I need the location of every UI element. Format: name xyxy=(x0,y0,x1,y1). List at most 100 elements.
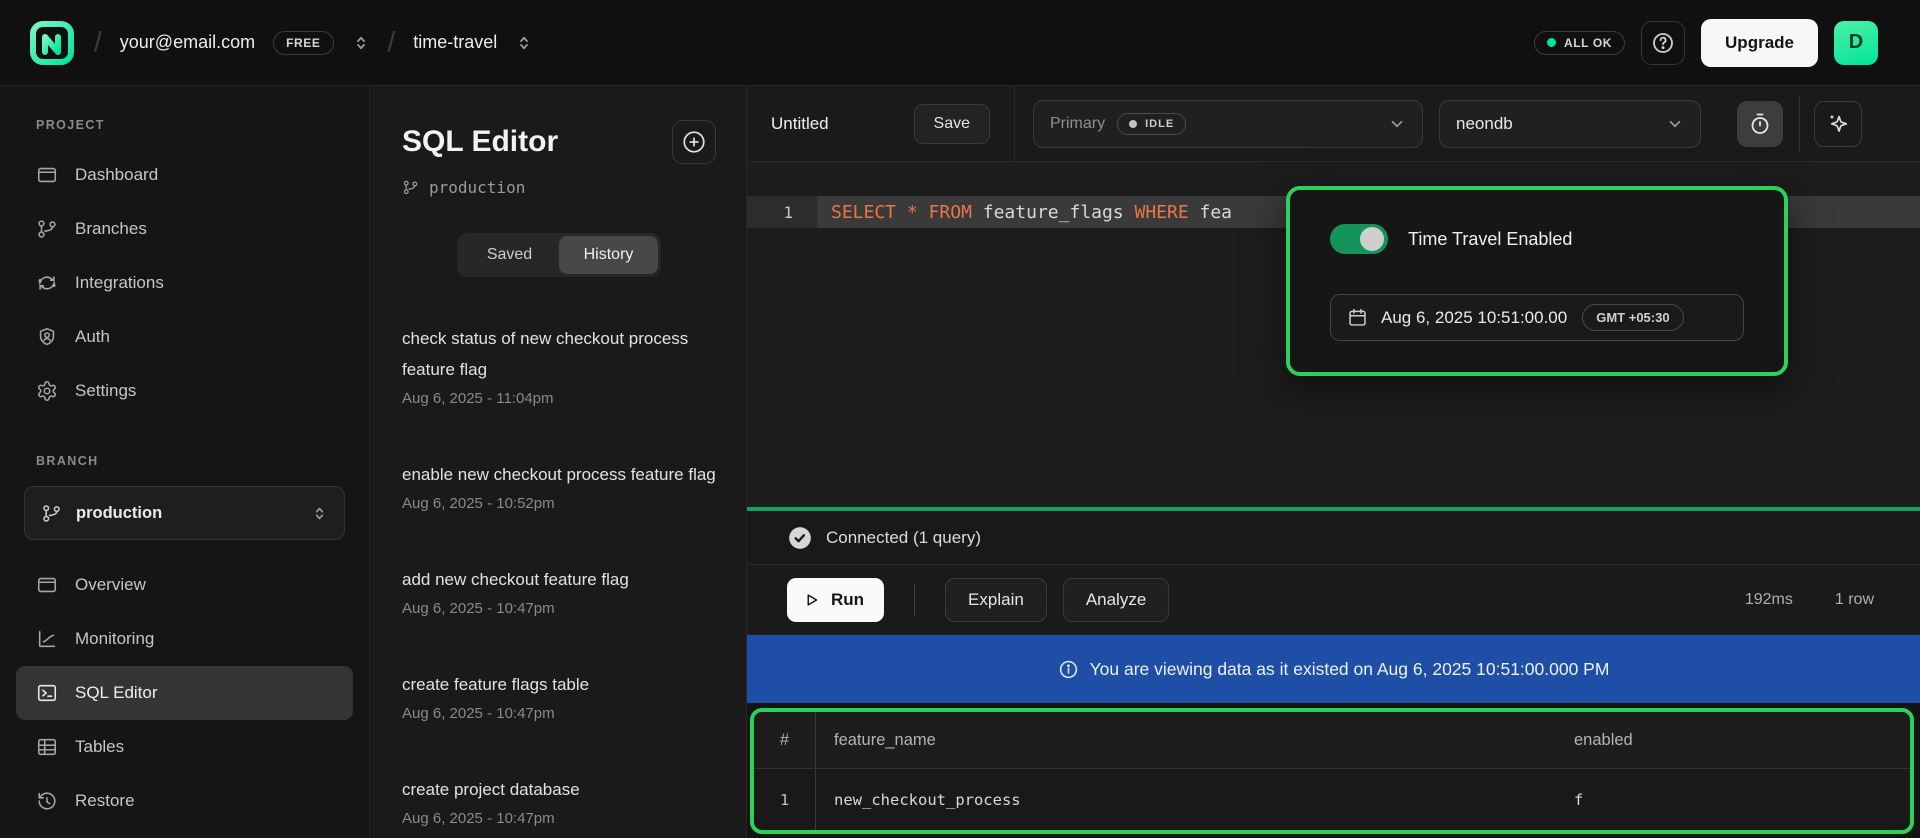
column-header-enabled[interactable]: enabled xyxy=(1560,731,1910,750)
banner-message: You are viewing data as it existed on Au… xyxy=(1090,659,1610,680)
time-travel-toggle[interactable] xyxy=(1330,224,1388,254)
query-stats: 192ms 1 row xyxy=(1745,591,1874,609)
neon-logo-icon[interactable] xyxy=(28,19,76,67)
explain-button[interactable]: Explain xyxy=(945,578,1047,622)
branch-selector[interactable]: production xyxy=(24,486,345,540)
editor-controls: Primary IDLE neondb xyxy=(1015,86,1920,161)
column-header-feature-name[interactable]: feature_name xyxy=(816,731,1560,750)
results-section: # feature_name enabled 1 new_checkout_pr… xyxy=(747,703,1920,838)
project-switcher-chevrons-icon[interactable] xyxy=(515,34,533,52)
project-section-label: PROJECT xyxy=(0,118,369,132)
dashboard-icon xyxy=(36,164,58,186)
table-row[interactable]: 1 new_checkout_process f xyxy=(754,769,1910,830)
history-list-item[interactable]: create feature flags table Aug 6, 2025 -… xyxy=(402,669,716,724)
line-number: 1 xyxy=(747,196,817,228)
status-badge[interactable]: ALL OK xyxy=(1534,31,1625,55)
column-header-index[interactable]: # xyxy=(754,712,816,768)
sidebar-item-auth[interactable]: Auth xyxy=(16,310,353,364)
avatar[interactable]: D xyxy=(1834,21,1878,65)
sql-editor-panel: SQL Editor production Saved History chec… xyxy=(370,86,747,838)
integrations-icon xyxy=(36,272,58,294)
history-restore-icon xyxy=(36,790,58,812)
project-name[interactable]: time-travel xyxy=(413,32,497,53)
time-travel-datetime: Aug 6, 2025 10:51:00.00 xyxy=(1381,308,1567,328)
history-list-item[interactable]: add new checkout feature flag Aug 6, 202… xyxy=(402,564,716,619)
results-header-row: # feature_name enabled xyxy=(754,712,1910,769)
account-switcher-chevrons-icon[interactable] xyxy=(352,34,370,52)
analyze-button[interactable]: Analyze xyxy=(1063,578,1169,622)
tab-history[interactable]: History xyxy=(559,236,658,274)
query-tab-title[interactable]: Untitled xyxy=(771,114,829,134)
toggle-knob xyxy=(1360,227,1384,251)
auth-shield-icon xyxy=(36,326,58,348)
topbar: / your@email.com FREE / time-travel ALL … xyxy=(0,0,1920,86)
feature-name-cell: new_checkout_process xyxy=(816,791,1560,809)
plus-circle-icon xyxy=(681,129,707,155)
sidebar-item-integrations[interactable]: Integrations xyxy=(16,256,353,310)
history-list-item[interactable]: enable new checkout process feature flag… xyxy=(402,459,716,514)
saved-history-tabs: Saved History xyxy=(457,233,661,277)
git-branch-icon xyxy=(41,503,62,524)
sidebar-item-overview[interactable]: Overview xyxy=(16,558,353,612)
time-travel-button[interactable] xyxy=(1737,101,1783,147)
connection-status-text: Connected (1 query) xyxy=(826,528,981,548)
sparkle-icon xyxy=(1826,112,1850,136)
idle-dot-icon xyxy=(1129,120,1137,128)
stopwatch-icon xyxy=(1748,112,1772,136)
question-icon xyxy=(1651,31,1675,55)
compute-status-badge: IDLE xyxy=(1117,113,1186,135)
status-dot-icon xyxy=(1547,38,1556,47)
connection-status-bar: Connected (1 query) xyxy=(747,507,1920,565)
history-list-item[interactable]: create project database Aug 6, 2025 - 10… xyxy=(402,774,716,829)
time-travel-datetime-field[interactable]: Aug 6, 2025 10:51:00.00 GMT +05:30 xyxy=(1330,294,1744,341)
check-circle-icon xyxy=(787,525,813,551)
database-select[interactable]: neondb xyxy=(1439,100,1701,148)
breadcrumb: / your@email.com FREE / time-travel xyxy=(28,19,533,67)
info-icon xyxy=(1058,659,1079,680)
panel-branch: production xyxy=(402,178,716,197)
time-travel-banner: You are viewing data as it existed on Au… xyxy=(747,635,1920,703)
help-button[interactable] xyxy=(1641,21,1685,65)
chevrons-up-down-icon xyxy=(311,505,328,522)
save-button[interactable]: Save xyxy=(914,104,990,144)
time-travel-popup: Time Travel Enabled Aug 6, 2025 10:51:00… xyxy=(1286,186,1788,376)
upgrade-button[interactable]: Upgrade xyxy=(1701,19,1818,67)
sidebar-item-dashboard[interactable]: Dashboard xyxy=(16,148,353,202)
chevron-down-icon xyxy=(1388,115,1406,133)
query-duration: 192ms xyxy=(1745,591,1793,609)
query-toolbar: Run Explain Analyze 192ms 1 row xyxy=(747,565,1920,635)
sidebar-item-restore[interactable]: Restore xyxy=(16,774,353,828)
tab-saved[interactable]: Saved xyxy=(460,236,559,274)
sidebar: PROJECT Dashboard Branches Integrations … xyxy=(0,86,370,838)
breadcrumb-separator: / xyxy=(94,26,102,58)
chevron-down-icon xyxy=(1666,115,1684,133)
enabled-cell: f xyxy=(1560,791,1910,809)
new-query-button[interactable] xyxy=(672,120,716,164)
overview-icon xyxy=(36,574,58,596)
run-button[interactable]: Run xyxy=(787,578,884,622)
git-branch-icon xyxy=(36,218,58,240)
account-email[interactable]: your@email.com xyxy=(120,32,255,53)
branch-section-label: BRANCH xyxy=(0,454,369,468)
sidebar-item-tables[interactable]: Tables xyxy=(16,720,353,774)
sidebar-item-monitoring[interactable]: Monitoring xyxy=(16,612,353,666)
history-list-item[interactable]: check status of new checkout process fea… xyxy=(402,323,716,409)
editor-header: Untitled Save Primary IDLE neondb xyxy=(747,86,1920,162)
sidebar-item-settings[interactable]: Settings xyxy=(16,364,353,418)
calendar-icon xyxy=(1347,307,1368,328)
timezone-badge: GMT +05:30 xyxy=(1582,304,1683,331)
plan-badge: FREE xyxy=(273,31,333,55)
header-divider xyxy=(1799,96,1800,152)
sidebar-item-sql-editor[interactable]: SQL Editor xyxy=(16,666,353,720)
sql-editor-icon xyxy=(36,682,58,704)
query-history-list: check status of new checkout process fea… xyxy=(402,323,716,829)
ai-assist-button[interactable] xyxy=(1814,101,1862,147)
time-travel-toggle-label: Time Travel Enabled xyxy=(1408,229,1572,250)
neon-console: / your@email.com FREE / time-travel ALL … xyxy=(0,0,1920,838)
query-tab-section: Untitled Save xyxy=(747,86,1015,161)
panel-title: SQL Editor xyxy=(402,124,558,160)
sidebar-item-branches[interactable]: Branches xyxy=(16,202,353,256)
compute-select[interactable]: Primary IDLE xyxy=(1033,100,1423,148)
table-icon xyxy=(36,736,58,758)
results-table: # feature_name enabled 1 new_checkout_pr… xyxy=(750,708,1914,834)
